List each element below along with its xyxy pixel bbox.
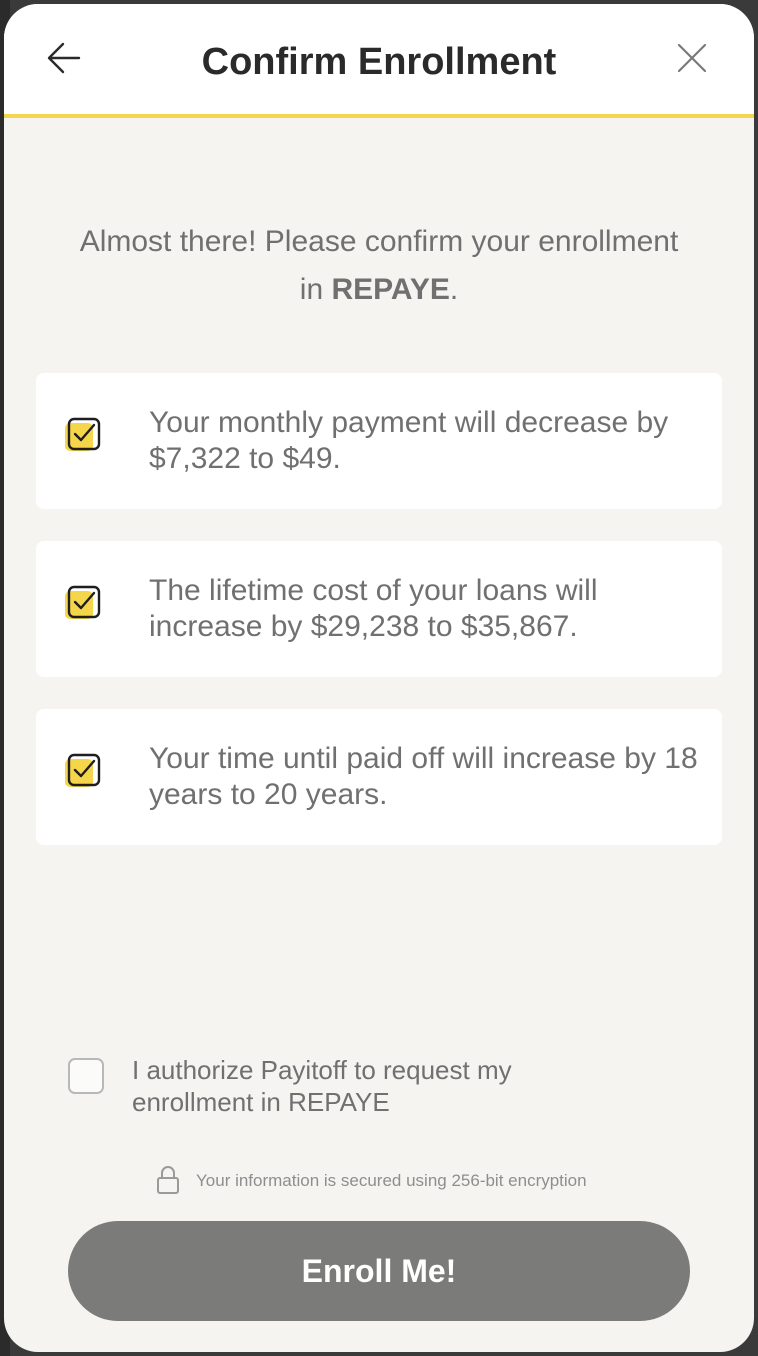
authorization-checkbox[interactable] <box>68 1058 104 1094</box>
authorization-row: I authorize Payitoff to request my enrol… <box>68 1054 708 1126</box>
security-notice: Your information is secured using 256-bi… <box>154 1164 634 1198</box>
confirmation-item-text: The lifetime cost of your loans will inc… <box>149 574 598 643</box>
confirmation-item-payoff-time: Your time until paid off will increase b… <box>36 709 722 845</box>
confirmation-item-text: Your monthly payment will decrease by $7… <box>149 406 669 475</box>
lock-icon <box>157 1166 179 1194</box>
page-title: Confirm Enrollment <box>201 41 557 83</box>
intro-suffix: . <box>449 273 459 306</box>
confirmation-item-text: Your time until paid off will increase b… <box>149 742 698 811</box>
authorization-label[interactable]: I authorize Payitoff to request my enrol… <box>132 1054 632 1118</box>
enroll-button[interactable]: Enroll Me! <box>68 1221 690 1321</box>
back-button[interactable] <box>40 32 88 84</box>
close-icon <box>677 43 707 73</box>
intro-text: Almost there! Please confirm your enroll… <box>64 218 694 314</box>
intro-plan-name: REPAYE <box>331 273 450 306</box>
security-text: Your information is secured using 256-bi… <box>196 1171 587 1190</box>
checkbox-checked-icon <box>65 585 101 619</box>
confirmation-item-monthly-payment: Your monthly payment will decrease by $7… <box>36 373 722 509</box>
checkbox-checked-icon <box>65 753 101 787</box>
modal-header: Confirm Enrollment <box>4 4 754 118</box>
close-button[interactable] <box>668 32 716 84</box>
enrollment-modal: Confirm Enrollment Almost there! Please … <box>4 4 754 1352</box>
checkbox-checked-icon <box>65 417 101 451</box>
confirmation-item-lifetime-cost: The lifetime cost of your loans will inc… <box>36 541 722 677</box>
arrow-left-icon <box>47 42 81 74</box>
